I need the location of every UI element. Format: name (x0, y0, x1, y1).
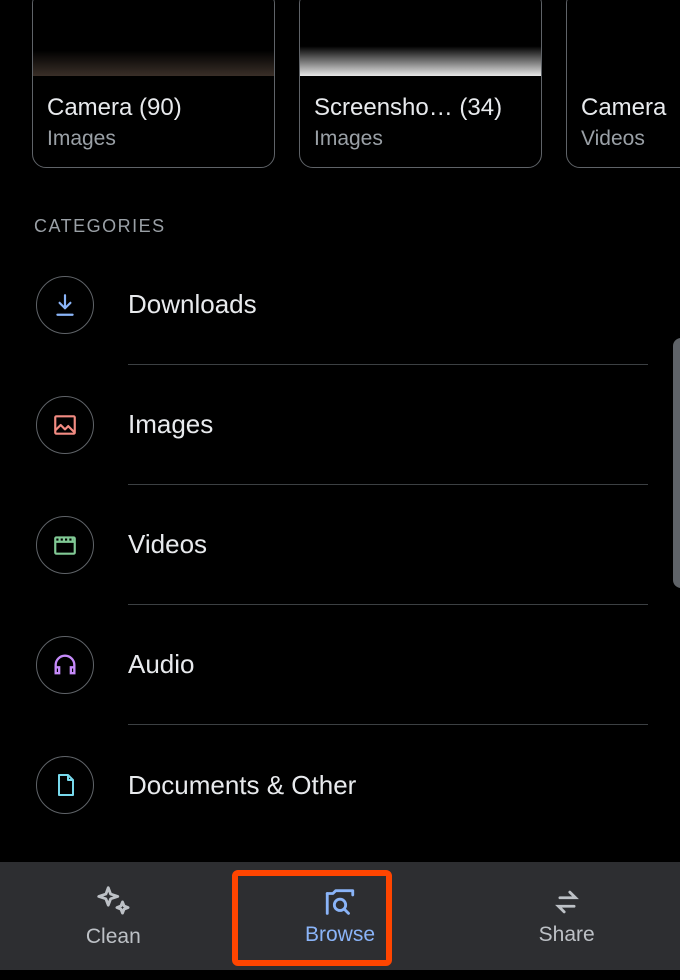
album-thumb (300, 0, 541, 77)
category-label: Downloads (128, 289, 257, 320)
category-label: Images (128, 409, 213, 440)
nav-share[interactable]: Share (453, 862, 680, 970)
album-thumb (33, 0, 274, 77)
category-label: Documents & Other (128, 770, 356, 801)
nav-clean[interactable]: Clean (0, 862, 227, 970)
nav-label: Clean (86, 925, 141, 949)
audio-icon (36, 636, 94, 694)
nav-label: Share (539, 923, 595, 947)
video-icon (36, 516, 94, 574)
bottom-nav: Clean Browse Share (0, 862, 680, 970)
album-subtitle: Images (47, 127, 260, 151)
album-thumb (567, 0, 680, 77)
categories-list: Downloads Images Videos Audio (0, 245, 680, 845)
album-card-camera-images[interactable]: Camera (90) Images (32, 0, 275, 168)
album-title: Camera (90) (47, 92, 260, 123)
nav-label: Browse (305, 923, 375, 947)
album-title: Screensho… (34) (314, 92, 527, 123)
share-icon (548, 885, 586, 919)
category-audio[interactable]: Audio (36, 605, 648, 725)
scrollbar[interactable] (673, 338, 680, 588)
album-title: Camera (581, 92, 680, 123)
album-card-screenshots[interactable]: Screensho… (34) Images (299, 0, 542, 168)
download-icon (36, 276, 94, 334)
category-downloads[interactable]: Downloads (36, 245, 648, 365)
categories-header: CATEGORIES (0, 168, 680, 245)
album-row: Camera (90) Images Screensho… (34) Image… (0, 0, 680, 168)
nav-browse[interactable]: Browse (227, 862, 454, 970)
category-documents[interactable]: Documents & Other (36, 725, 648, 845)
browse-icon (321, 885, 359, 919)
album-subtitle: Videos (581, 127, 680, 151)
category-videos[interactable]: Videos (36, 485, 648, 605)
category-label: Videos (128, 529, 207, 560)
image-icon (36, 396, 94, 454)
album-card-camera-videos[interactable]: Camera Videos (566, 0, 680, 168)
document-icon (36, 756, 94, 814)
album-subtitle: Images (314, 127, 527, 151)
category-images[interactable]: Images (36, 365, 648, 485)
sparkle-icon (94, 883, 132, 921)
category-label: Audio (128, 649, 195, 680)
